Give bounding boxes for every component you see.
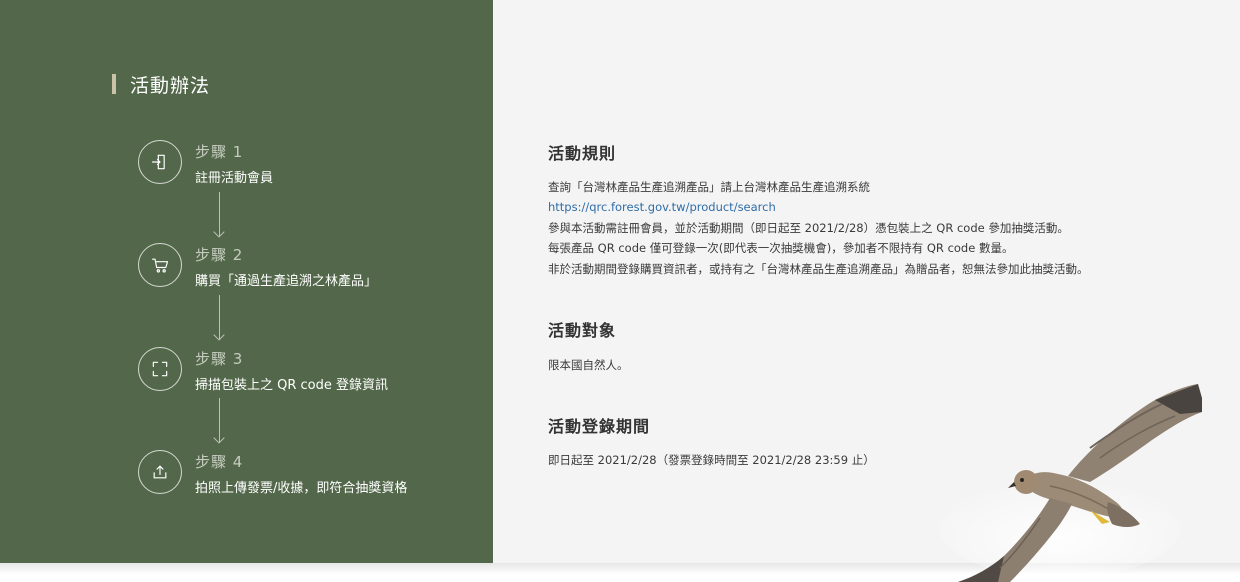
period-heading: 活動登錄期間 [548, 417, 651, 436]
step-4-desc: 拍照上傳發票/收據，即符合抽獎資格 [195, 481, 408, 496]
step-1: 步驟 1 註冊活動會員 [138, 140, 478, 188]
step-3-desc: 掃描包裝上之 QR code 登錄資訊 [195, 378, 389, 393]
period-text: 即日起至 2021/2/28（發票登錄時間至 2021/2/28 23:59 止… [548, 453, 875, 467]
step-1-desc: 註冊活動會員 [195, 171, 274, 186]
rules-line-1: 查詢「台灣林產品生產追溯產品」請上台灣林產品生產追溯系統 [548, 180, 870, 194]
scan-icon [138, 347, 182, 391]
product-search-link[interactable]: https://qrc.forest.gov.tw/product/search [548, 200, 776, 214]
step-4: 步驟 4 拍照上傳發票/收據，即符合抽獎資格 [138, 450, 478, 498]
step-4-label: 步驟 4 [195, 453, 244, 471]
rules-link-line: https://qrc.forest.gov.tw/product/search [548, 197, 776, 218]
section-title: 活動辦法 [112, 70, 210, 98]
target-heading: 活動對象 [548, 321, 617, 340]
step-1-label: 步驟 1 [195, 143, 244, 161]
cart-icon [138, 243, 182, 287]
rules-line-3: 參與本活動需註冊會員，並於活動期間（即日起至 2021/2/28）憑包裝上之 Q… [548, 221, 1069, 235]
upload-icon [138, 450, 182, 494]
steps-panel: 活動辦法 步驟 1 註冊活動會員 步驟 2 購買「通過生產追溯之林產品」 步驟 … [0, 0, 493, 563]
login-icon [138, 140, 182, 184]
section-title-text: 活動辦法 [130, 74, 211, 97]
step-3: 步驟 3 掃描包裝上之 QR code 登錄資訊 [138, 347, 478, 395]
rules-heading: 活動規則 [548, 144, 617, 163]
step-arrow-2 [213, 295, 226, 343]
hawk-illustration [940, 384, 1202, 582]
step-2: 步驟 2 購買「通過生產追溯之林產品」 [138, 243, 478, 291]
rules-line-5: 非於活動期間登錄購買資訊者，或持有之「台灣林產品生產追溯產品」為贈品者，恕無法參… [548, 262, 1089, 276]
step-arrow-3 [213, 398, 226, 446]
target-text: 限本國自然人。 [548, 358, 629, 372]
step-arrow-1 [213, 192, 226, 240]
step-2-desc: 購買「通過生產追溯之林產品」 [195, 274, 378, 289]
rules-line-4: 每張產品 QR code 僅可登錄一次(即代表一次抽獎機會)，參加者不限持有 Q… [548, 241, 1014, 255]
step-3-label: 步驟 3 [195, 350, 244, 368]
title-accent-bar [112, 74, 116, 94]
step-2-label: 步驟 2 [195, 246, 244, 264]
